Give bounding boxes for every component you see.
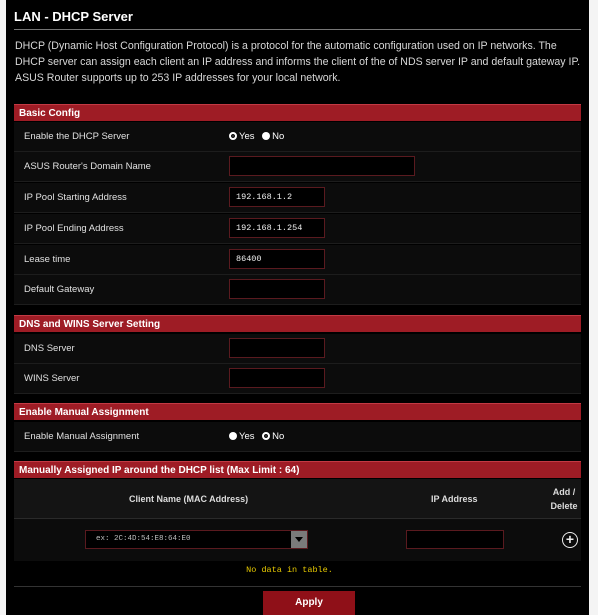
row-dns-server: DNS Server — [14, 334, 581, 364]
section-dns-wins: DNS and WINS Server Setting — [14, 315, 581, 332]
enable-manual-yes-label: Yes — [239, 431, 255, 442]
client-mac-placeholder: ex: 2C:4D:54:E8:64:E0 — [96, 535, 191, 543]
pool-start-label: IP Pool Starting Address — [24, 192, 127, 203]
row-pool-start: IP Pool Starting Address 192.168.1.2 — [14, 183, 581, 213]
lease-time-input[interactable]: 86400 — [229, 249, 325, 269]
enable-dhcp-no-label: No — [272, 131, 285, 142]
row-pool-end: IP Pool Ending Address 192.168.1.254 — [14, 214, 581, 244]
row-enable-dhcp: Enable the DHCP Server Yes No — [14, 122, 581, 152]
col-client-name: Client Name (MAC Address) — [129, 494, 249, 504]
wins-server-label: WINS Server — [24, 373, 80, 384]
pool-end-label: IP Pool Ending Address — [24, 223, 124, 234]
pool-start-input[interactable]: 192.168.1.2 — [229, 187, 325, 207]
row-wins-server: WINS Server — [14, 364, 581, 394]
col-ip-address: IP Address — [431, 494, 478, 504]
title-divider — [14, 29, 581, 30]
manual-list-entry-row: ex: 2C:4D:54:E8:64:E0 + — [14, 519, 581, 561]
row-default-gateway: Default Gateway — [14, 275, 581, 305]
add-circle-icon[interactable]: + — [562, 532, 578, 548]
section-manual-assignment: Enable Manual Assignment — [14, 403, 581, 420]
page-description: DHCP (Dynamic Host Configuration Protoco… — [15, 40, 581, 84]
chevron-down-icon[interactable] — [291, 531, 307, 548]
page-title: LAN - DHCP Server — [14, 9, 133, 24]
enable-manual-label: Enable Manual Assignment — [24, 431, 140, 442]
dns-server-label: DNS Server — [24, 343, 75, 354]
empty-table-message: No data in table. — [246, 565, 333, 575]
enable-dhcp-no-radio[interactable] — [262, 132, 271, 140]
manual-ip-input[interactable] — [406, 530, 504, 549]
enable-manual-no-radio[interactable] — [262, 432, 271, 440]
enable-dhcp-yes-radio[interactable] — [229, 132, 237, 140]
apply-button[interactable]: Apply — [263, 591, 355, 615]
default-gateway-label: Default Gateway — [24, 284, 95, 295]
row-lease-time: Lease time 86400 — [14, 245, 581, 275]
client-mac-select[interactable]: ex: 2C:4D:54:E8:64:E0 — [85, 530, 308, 549]
enable-dhcp-yes-label: Yes — [239, 131, 255, 142]
wins-server-input[interactable] — [229, 368, 325, 388]
section-basic-config: Basic Config — [14, 104, 581, 121]
enable-dhcp-label: Enable the DHCP Server — [24, 131, 130, 142]
manual-list-header: Client Name (MAC Address) IP Address Add… — [14, 479, 581, 519]
section-manual-list: Manually Assigned IP around the DHCP lis… — [14, 461, 581, 478]
enable-manual-no-label: No — [272, 431, 285, 442]
domain-name-input[interactable] — [229, 156, 415, 176]
lease-time-label: Lease time — [24, 254, 71, 265]
pool-end-input[interactable]: 192.168.1.254 — [229, 218, 325, 238]
bottom-divider — [14, 586, 581, 587]
enable-manual-yes-radio[interactable] — [229, 432, 237, 440]
dns-server-input[interactable] — [229, 338, 325, 358]
row-domain-name: ASUS Router's Domain Name — [14, 152, 581, 182]
enable-dhcp-radio-group: Yes No — [229, 122, 289, 152]
default-gateway-input[interactable] — [229, 279, 325, 299]
domain-name-label: ASUS Router's Domain Name — [24, 161, 151, 172]
dhcp-panel: LAN - DHCP Server DHCP (Dynamic Host Con… — [6, 0, 589, 615]
col-add-delete: Add / Delete — [550, 487, 578, 511]
enable-manual-radio-group: Yes No — [229, 422, 289, 452]
row-enable-manual: Enable Manual Assignment Yes No — [14, 422, 581, 452]
